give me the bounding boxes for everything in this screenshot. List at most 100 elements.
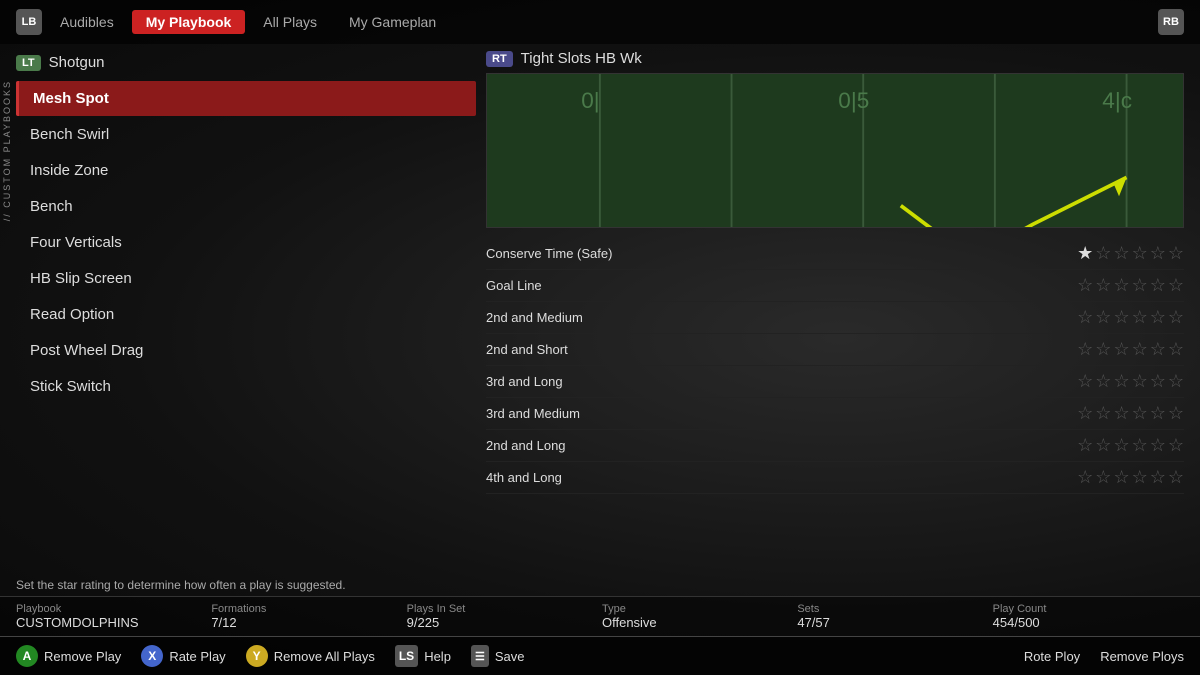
stat-value: Offensive [602,615,793,630]
rating-label: 2nd and Medium [486,310,1077,325]
stat-label: Play Count [993,603,1184,615]
rating-label: 2nd and Long [486,438,1077,453]
rb-button[interactable]: RB [1158,9,1184,35]
rating-row-2nd-medium[interactable]: 2nd and Medium ☆☆☆☆☆☆ [486,302,1184,334]
svg-text:0|5: 0|5 [838,88,869,113]
stat-value: 9/225 [407,615,598,630]
lb-button[interactable]: LB [16,9,42,35]
footer-stats: Playbook CUSTOMDOLPHINS Formations 7/12 … [0,596,1200,636]
play-item-bench-swirl[interactable]: Bench Swirl [16,117,476,152]
play-item-read-option[interactable]: Read Option [16,297,476,332]
save-label: Save [495,649,525,664]
rt-badge[interactable]: RT [486,51,513,67]
star-rating[interactable]: ☆☆☆☆☆☆ [1077,467,1184,488]
rating-label: 2nd and Short [486,342,1077,357]
svg-text:5|0: 5|0 [1108,226,1134,228]
star-2[interactable]: ☆ [1095,243,1111,264]
formation-name: Shotgun [49,54,105,71]
remove-play-button[interactable]: A Remove Play [16,645,121,667]
rating-row-2nd-short[interactable]: 2nd and Short ☆☆☆☆☆☆ [486,334,1184,366]
formation-header-right: RT Tight Slots HB Wk [486,50,1184,67]
ls-badge: LS [395,645,418,667]
formation-header: LT Shotgun [16,50,476,75]
left-panel: LT Shotgun Mesh Spot Bench Swirl Inside … [16,50,476,570]
star-rating[interactable]: ☆☆☆☆☆☆ [1077,275,1184,296]
play-diagram: 0| 0|5 4|c 0|5 5|0 ✕ [486,73,1184,228]
svg-text:0|: 0| [581,88,599,113]
rating-row-3rd-medium[interactable]: 3rd and Medium ☆☆☆☆☆☆ [486,398,1184,430]
star-5[interactable]: ☆ [1150,243,1166,264]
rate-play-label: Rate Play [169,649,225,664]
main-area: // CUSTOM PLAYBOOKS LT Shotgun Mesh Spot… [0,50,1200,570]
top-navigation: LB Audibles My Playbook All Plays My Gam… [0,0,1200,44]
rate-play-button[interactable]: X Rate Play [141,645,225,667]
star-4[interactable]: ☆ [1132,243,1148,264]
rating-row-4th-long[interactable]: 4th and Long ☆☆☆☆☆☆ [486,462,1184,494]
stat-formations: Formations 7/12 [211,603,402,630]
rating-label: 4th and Long [486,470,1077,485]
nav-audibles[interactable]: Audibles [46,10,128,34]
remove-ploys-label[interactable]: Remove Ploys [1100,649,1184,664]
play-formation-name: Tight Slots HB Wk [521,50,642,67]
star-rating[interactable]: ☆☆☆☆☆☆ [1077,403,1184,424]
rating-label: 3rd and Medium [486,406,1077,421]
rating-row-2nd-long[interactable]: 2nd and Long ☆☆☆☆☆☆ [486,430,1184,462]
stat-value: 7/12 [211,615,402,630]
rating-row-3rd-long[interactable]: 3rd and Long ☆☆☆☆☆☆ [486,366,1184,398]
nav-my-playbook[interactable]: My Playbook [132,10,246,34]
star-3[interactable]: ☆ [1113,243,1129,264]
stat-sets: Sets 47/57 [797,603,988,630]
save-button[interactable]: ☰ Save [471,645,525,667]
stat-label: Formations [211,603,402,615]
help-label: Help [424,649,451,664]
play-item-mesh-spot[interactable]: Mesh Spot [16,81,476,116]
stat-label: Plays In Set [407,603,598,615]
play-item-bench[interactable]: Bench [16,189,476,224]
stat-plays-in-set: Plays In Set 9/225 [407,603,598,630]
stat-type: Type Offensive [602,603,793,630]
play-list: Mesh Spot Bench Swirl Inside Zone Bench … [16,81,476,404]
right-panel: RT Tight Slots HB Wk 0| [486,50,1184,570]
stat-value: 454/500 [993,615,1184,630]
rating-label: 3rd and Long [486,374,1077,389]
ratings-section: Conserve Time (Safe) ★ ☆ ☆ ☆ ☆ ☆ Goal Li… [486,238,1184,570]
star-rating[interactable]: ☆☆☆☆☆☆ [1077,435,1184,456]
stat-label: Playbook [16,603,207,615]
star-6[interactable]: ☆ [1168,243,1184,264]
hint-text: Set the star rating to determine how oft… [0,570,1200,596]
remove-all-plays-button[interactable]: Y Remove All Plays [246,645,375,667]
menu-badge: ☰ [471,645,489,667]
play-item-stick-switch[interactable]: Stick Switch [16,369,476,404]
rote-ploy-label[interactable]: Rote Ploy [1024,649,1080,664]
star-rating[interactable]: ★ ☆ ☆ ☆ ☆ ☆ [1077,243,1184,264]
star-1[interactable]: ★ [1077,243,1093,264]
bottom-bar: A Remove Play X Rate Play Y Remove All P… [0,636,1200,675]
play-item-post-wheel-drag[interactable]: Post Wheel Drag [16,333,476,368]
lt-badge[interactable]: LT [16,55,41,71]
nav-all-plays[interactable]: All Plays [249,10,331,34]
rating-label: Goal Line [486,278,1077,293]
y-badge: Y [246,645,268,667]
play-item-inside-zone[interactable]: Inside Zone [16,153,476,188]
stat-value: 47/57 [797,615,988,630]
star-rating[interactable]: ☆☆☆☆☆☆ [1077,307,1184,328]
stat-play-count: Play Count 454/500 [993,603,1184,630]
svg-text:0|5: 0|5 [543,226,569,228]
play-item-four-verticals[interactable]: Four Verticals [16,225,476,260]
stat-playbook: Playbook CUSTOMDOLPHINS [16,603,207,630]
help-button[interactable]: LS Help [395,645,451,667]
a-badge: A [16,645,38,667]
sidebar-vertical-label: // CUSTOM PLAYBOOKS [2,80,12,221]
nav-my-gameplan[interactable]: My Gameplan [335,10,450,34]
svg-text:4|c: 4|c [1102,88,1132,113]
rating-row-conserve-time[interactable]: Conserve Time (Safe) ★ ☆ ☆ ☆ ☆ ☆ [486,238,1184,270]
stat-label: Sets [797,603,988,615]
rating-row-goal-line[interactable]: Goal Line ☆☆☆☆☆☆ [486,270,1184,302]
remove-play-label: Remove Play [44,649,121,664]
x-badge: X [141,645,163,667]
star-rating[interactable]: ☆☆☆☆☆☆ [1077,371,1184,392]
play-item-hb-slip-screen[interactable]: HB Slip Screen [16,261,476,296]
star-rating[interactable]: ☆☆☆☆☆☆ [1077,339,1184,360]
remove-all-plays-label: Remove All Plays [274,649,375,664]
rating-label: Conserve Time (Safe) [486,246,1077,261]
